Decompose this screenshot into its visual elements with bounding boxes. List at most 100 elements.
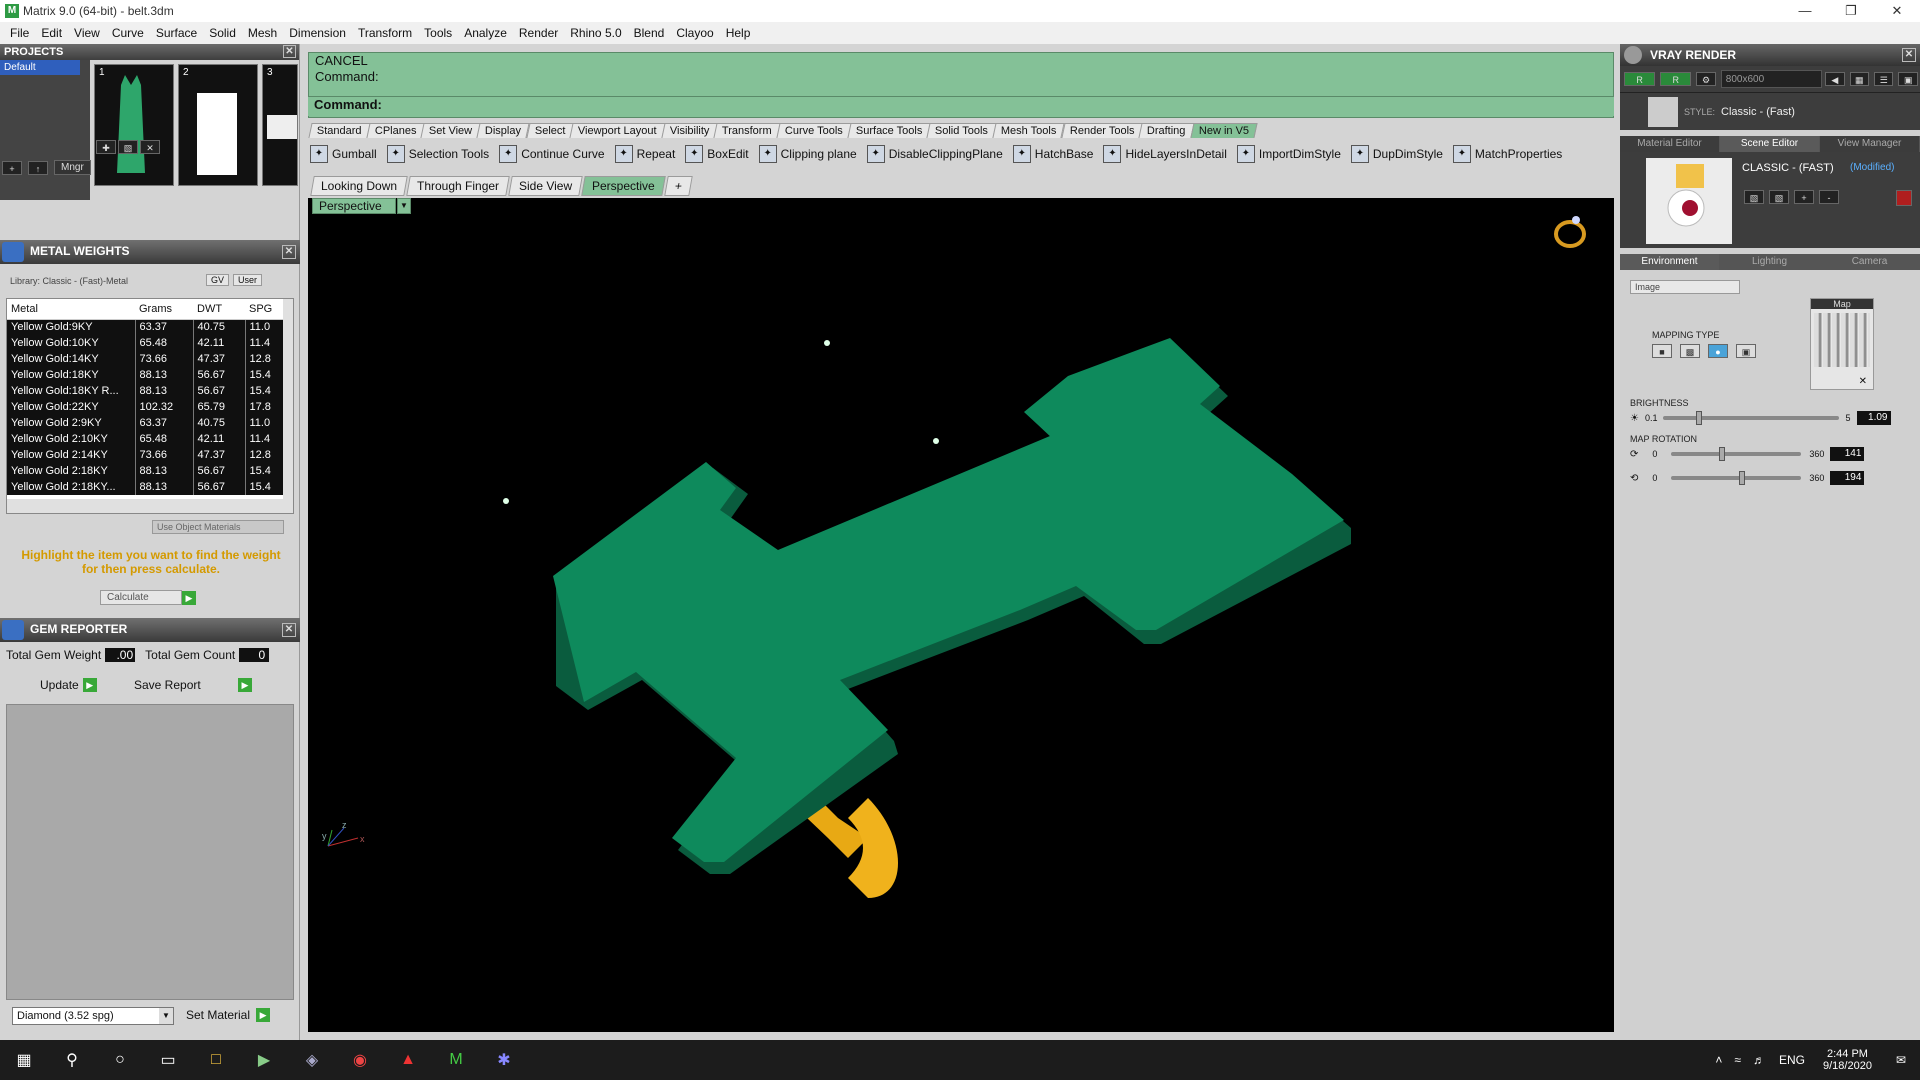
environment-type-select[interactable]: Image bbox=[1630, 280, 1740, 294]
mapping-planar-icon[interactable]: ■ bbox=[1652, 344, 1672, 358]
add-icon[interactable]: + bbox=[2, 160, 22, 175]
table-row[interactable]: Yellow Gold:10KY 65.48 42.11 11.4 bbox=[7, 335, 285, 351]
style-select[interactable]: Classic - (Fast) bbox=[1721, 106, 1901, 118]
list-icon[interactable]: ☰ bbox=[1874, 72, 1894, 86]
viewport[interactable]: y z x bbox=[308, 198, 1614, 1032]
grid-icon[interactable]: ▦ bbox=[1849, 72, 1869, 86]
column-header[interactable]: DWT bbox=[193, 299, 245, 320]
table-row[interactable]: Yellow Gold 2:9KY 63.37 40.75 11.0 bbox=[7, 415, 285, 431]
network-app-icon[interactable]: ✱ bbox=[480, 1040, 528, 1080]
volume-icon[interactable]: ♬ bbox=[1747, 1053, 1771, 1067]
menu-edit[interactable]: Edit bbox=[35, 26, 68, 40]
tool-button[interactable]: ✦ Repeat bbox=[614, 145, 675, 163]
ring-icon[interactable] bbox=[1554, 216, 1586, 248]
menu-render[interactable]: Render bbox=[513, 26, 564, 40]
tool-button[interactable]: ✦ Selection Tools bbox=[386, 145, 489, 163]
close-icon[interactable]: ✕ bbox=[282, 245, 296, 259]
table-row[interactable]: Yellow Gold 2:10KY 65.48 42.11 11.4 bbox=[7, 431, 285, 447]
close-button[interactable]: ✕ bbox=[1874, 0, 1920, 22]
vertical-scrollbar[interactable] bbox=[283, 299, 293, 499]
remove-icon[interactable]: - bbox=[1819, 190, 1839, 204]
viewport-label[interactable]: Perspective ▼ bbox=[312, 198, 411, 214]
up-icon[interactable]: ↑ bbox=[28, 160, 48, 175]
tab-lighting[interactable]: Lighting bbox=[1720, 254, 1820, 270]
play-icon[interactable]: ▶ bbox=[256, 1008, 271, 1022]
menu-blend[interactable]: Blend bbox=[628, 26, 671, 40]
column-header[interactable]: Grams bbox=[135, 299, 193, 320]
toolbar-tab[interactable]: Mesh Tools bbox=[992, 123, 1066, 138]
material-select[interactable]: Diamond (3.52 spg) ▼ bbox=[12, 1007, 174, 1025]
brightness-value[interactable]: 1.09 bbox=[1856, 411, 1891, 425]
table-row[interactable]: Yellow Gold:14KY 73.66 47.37 12.8 bbox=[7, 351, 285, 367]
menu-curve[interactable]: Curve bbox=[106, 26, 150, 40]
menu-solid[interactable]: Solid bbox=[203, 26, 242, 40]
view-tab[interactable]: Looking Down bbox=[310, 176, 408, 196]
notifications-icon[interactable]: ✉ bbox=[1882, 1053, 1920, 1067]
close-icon[interactable]: ✕ bbox=[1902, 48, 1916, 62]
search-icon[interactable]: ⚲ bbox=[48, 1040, 96, 1080]
menu-analyze[interactable]: Analyze bbox=[458, 26, 513, 40]
toolbar-tab[interactable]: Select bbox=[525, 123, 574, 138]
save-as-icon[interactable]: ▧ bbox=[1769, 190, 1789, 204]
manager-button[interactable]: Mngr bbox=[54, 160, 91, 175]
menu-file[interactable]: File bbox=[4, 26, 35, 40]
thumbnail-3[interactable]: 3 bbox=[262, 64, 298, 186]
user-toggle[interactable]: User bbox=[233, 274, 263, 286]
view-tab[interactable]: Side View bbox=[508, 176, 584, 196]
slider-knob[interactable] bbox=[1695, 411, 1702, 425]
toolbar-tab[interactable]: Transform bbox=[713, 123, 781, 138]
toolbar-tab[interactable]: Display bbox=[476, 123, 531, 138]
toolbar-tab[interactable]: Viewport Layout bbox=[569, 123, 666, 138]
menu-tools[interactable]: Tools bbox=[418, 26, 458, 40]
tab-scene-editor[interactable]: Scene Editor bbox=[1720, 136, 1820, 152]
toolbar-tab[interactable]: Standard bbox=[308, 123, 371, 138]
file-explorer-icon[interactable]: □ bbox=[192, 1040, 240, 1080]
horizontal-scrollbar[interactable] bbox=[7, 499, 293, 513]
menu-dimension[interactable]: Dimension bbox=[283, 26, 352, 40]
close-icon[interactable]: ✕ bbox=[283, 45, 296, 58]
toolbar-tab[interactable]: CPlanes bbox=[366, 123, 425, 138]
tool-button[interactable]: ✦ ImportDimStyle bbox=[1236, 145, 1341, 163]
menu-mesh[interactable]: Mesh bbox=[242, 26, 283, 40]
save-icon[interactable]: ▧ bbox=[118, 140, 138, 154]
map-box[interactable]: Map ✕ bbox=[1810, 298, 1874, 390]
chevron-down-icon[interactable]: ▼ bbox=[159, 1008, 173, 1024]
toolbar-tab[interactable]: Curve Tools bbox=[776, 123, 852, 138]
toolbar-tab[interactable]: New in V5 bbox=[1190, 123, 1258, 138]
brightness-slider[interactable] bbox=[1663, 411, 1840, 425]
tab-material-editor[interactable]: Material Editor bbox=[1620, 136, 1720, 152]
table-row[interactable]: Yellow Gold 2:14KY 73.66 47.37 12.8 bbox=[7, 447, 285, 463]
thumbnail-1[interactable]: 1 bbox=[94, 64, 174, 186]
toolbar-tab[interactable]: Render Tools bbox=[1061, 123, 1144, 138]
play-icon[interactable]: ▶ bbox=[182, 590, 196, 605]
cortana-icon[interactable]: ○ bbox=[96, 1040, 144, 1080]
tab-camera[interactable]: Camera bbox=[1820, 254, 1920, 270]
restore-button[interactable]: ❐ bbox=[1828, 0, 1874, 22]
table-row[interactable]: Yellow Gold 2:18KY 88.13 56.67 15.4 bbox=[7, 463, 285, 479]
table-row[interactable]: Yellow Gold:18KY 88.13 56.67 15.4 bbox=[7, 367, 285, 383]
table-row[interactable]: Yellow Gold:9KY 63.37 40.75 11.0 bbox=[7, 319, 285, 335]
viewport-canvas[interactable]: y z x bbox=[308, 198, 1614, 1032]
clock[interactable]: 2:44 PM 9/18/2020 bbox=[1813, 1048, 1882, 1072]
autocad-icon[interactable]: ▲ bbox=[384, 1040, 432, 1080]
tool-button[interactable]: ✦ Gumball bbox=[310, 145, 377, 163]
tab-view-manager[interactable]: View Manager bbox=[1820, 136, 1920, 152]
render-icon[interactable]: R bbox=[1624, 72, 1656, 86]
tool-button[interactable]: ✦ Clipping plane bbox=[758, 145, 857, 163]
task-view-icon[interactable]: ▭ bbox=[144, 1040, 192, 1080]
tool-button[interactable]: ✦ MatchProperties bbox=[1452, 145, 1562, 163]
render-region-icon[interactable]: R bbox=[1660, 72, 1692, 86]
media-player-icon[interactable]: ▶ bbox=[240, 1040, 288, 1080]
gv-toggle[interactable]: GV bbox=[206, 274, 230, 286]
play-icon[interactable]: ▶ bbox=[82, 678, 97, 692]
rhino-icon[interactable]: ◈ bbox=[288, 1040, 336, 1080]
menu-view[interactable]: View bbox=[68, 26, 106, 40]
chrome-icon[interactable]: ◉ bbox=[336, 1040, 384, 1080]
calculate-button[interactable]: Calculate bbox=[100, 590, 182, 605]
tab-environment[interactable]: Environment bbox=[1620, 254, 1720, 270]
set-material-button[interactable]: Set Material bbox=[186, 1008, 250, 1022]
settings-icon[interactable]: ⚙ bbox=[1696, 72, 1716, 86]
refresh-icon[interactable] bbox=[1896, 190, 1912, 206]
mapping-cube-icon[interactable]: ▩ bbox=[1680, 344, 1700, 358]
slider-knob[interactable] bbox=[1738, 471, 1745, 485]
